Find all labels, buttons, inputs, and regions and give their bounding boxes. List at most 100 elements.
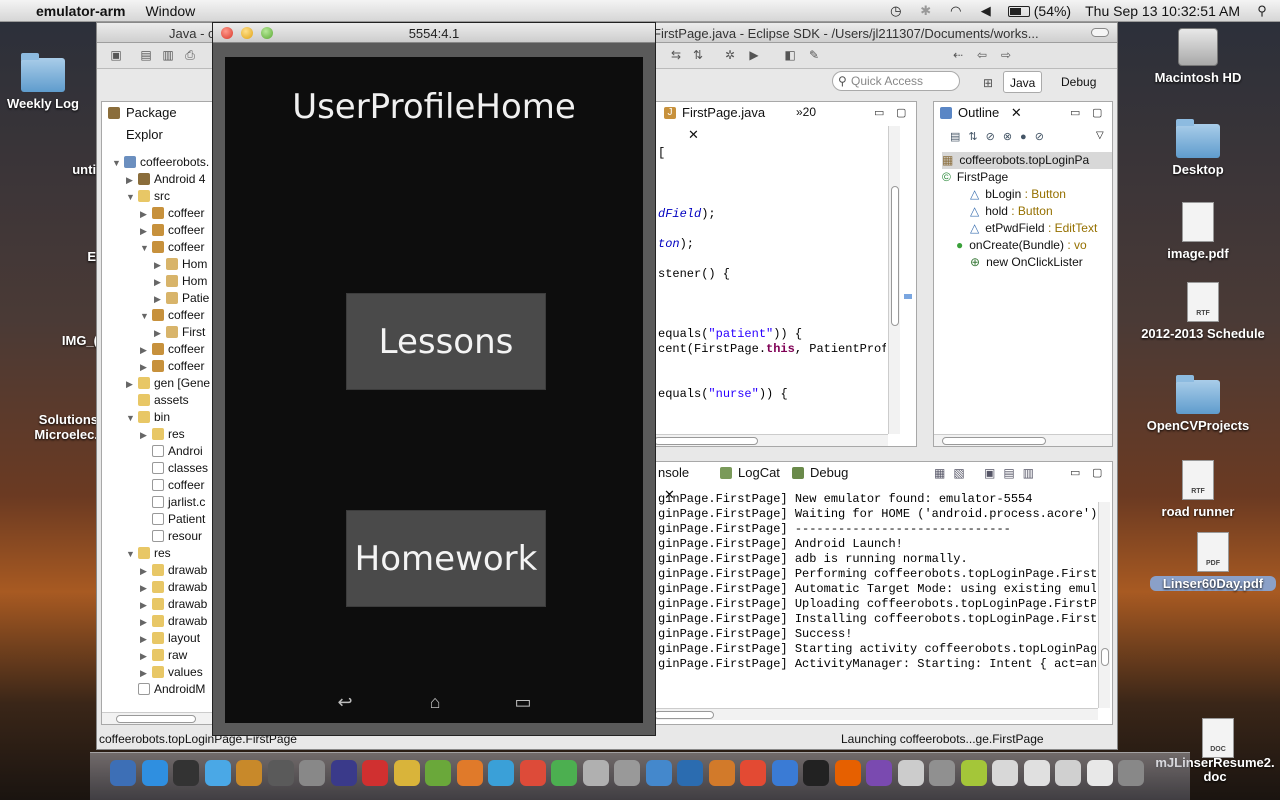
tree-row[interactable]: ▶ Hom (154, 273, 207, 290)
tab-console[interactable]: nsole ✕ (654, 462, 706, 502)
tree-row[interactable]: coffeer (140, 477, 204, 494)
dock-app-icon[interactable] (582, 760, 609, 786)
dock-app-icon[interactable] (897, 760, 924, 786)
scrollbar-thumb[interactable] (891, 186, 899, 326)
code-editor[interactable]: [dField); ton); stener() {equals("patient"… (654, 126, 886, 434)
tree-row[interactable]: ▶ Patie (154, 290, 209, 307)
editor-overflow-tabs[interactable]: »20 (796, 105, 816, 119)
expand-icon[interactable]: ▶ (154, 291, 166, 308)
tab-debug[interactable]: Debug (786, 462, 864, 484)
desktop-icon-untitled[interactable]: untitl (14, 162, 104, 177)
collapse-icon[interactable]: ▼ (126, 410, 138, 427)
expand-icon[interactable]: ▶ (140, 563, 152, 580)
back-icon[interactable]: ⇦ (973, 47, 991, 63)
collapse-icon[interactable]: ▼ (126, 546, 138, 563)
search-tool-icon[interactable]: ✎ (805, 47, 823, 63)
tree-row[interactable]: ▶ layout (140, 630, 200, 647)
dock-app-icon[interactable] (803, 760, 829, 786)
toolbar-toggle-button[interactable] (1091, 28, 1109, 37)
vertical-scrollbar[interactable] (888, 126, 900, 434)
desktop-icon-image-pdf[interactable]: image.pdf (1133, 202, 1263, 261)
expand-icon[interactable]: ▶ (154, 257, 166, 274)
dock-app-icon[interactable] (425, 760, 451, 786)
dock-app-icon[interactable] (456, 760, 483, 786)
tree-row[interactable]: ▼ res (126, 545, 171, 562)
status-progress[interactable]: Launching coffeerobots...ge.FirstPage (841, 729, 1044, 749)
expand-icon[interactable]: ▶ (126, 376, 138, 393)
desktop-icon-solutions[interactable]: Solutions Microelec. (0, 412, 98, 442)
expand-icon[interactable]: ▶ (154, 325, 166, 342)
perspective-debug-button[interactable]: Debug (1055, 71, 1102, 93)
desktop-icon-weekly-log[interactable]: Weekly Log (0, 53, 108, 111)
maximize-icon[interactable]: ▢ (896, 106, 906, 119)
desktop-icon-macintosh-hd[interactable]: Macintosh HD (1133, 28, 1263, 85)
scrollbar-thumb[interactable] (116, 715, 196, 723)
dock-app-icon[interactable] (1086, 760, 1113, 786)
collapse-icon[interactable]: ▼ (140, 308, 152, 325)
desktop-icon-e[interactable]: E (14, 249, 96, 264)
tree-row[interactable]: ▶ gen [Gene (126, 375, 210, 392)
desktop-icon-road-runner[interactable]: RTF road runner (1133, 460, 1263, 519)
back-icon[interactable]: ↩ (331, 691, 359, 713)
dock-app-icon[interactable] (173, 760, 199, 786)
volume-icon[interactable]: ◀ (978, 3, 994, 19)
toggle-mark-icon[interactable]: ⇆ (667, 47, 685, 63)
dock-app-icon[interactable] (1055, 760, 1081, 786)
perspective-java-button[interactable]: Java (1003, 71, 1043, 93)
print-icon[interactable]: ⎙ (181, 47, 199, 63)
wifi-icon[interactable]: ◠ (948, 3, 964, 19)
lessons-button[interactable]: Lessons (346, 293, 546, 390)
tree-row[interactable]: ▶ coffeer (140, 358, 204, 375)
view-menu-icon[interactable]: ▽ (1096, 130, 1104, 141)
dock-app-icon[interactable] (141, 760, 168, 786)
next-annotation-icon[interactable]: ⇅ (689, 47, 707, 63)
tree-row[interactable]: ▶ Android 4 (126, 171, 205, 188)
quick-access-input[interactable]: ⚲ Quick Access (832, 71, 960, 91)
menu-window[interactable]: Window (145, 3, 195, 19)
desktop-icon-img[interactable]: IMG_( (14, 333, 98, 348)
prev-annotation-icon[interactable]: ⇠ (949, 47, 967, 63)
console-output[interactable]: ginPage.FirstPage] New emulator found: e… (654, 486, 1096, 708)
tree-row[interactable]: Patient (140, 511, 205, 528)
save-icon[interactable]: ▤ (137, 47, 155, 63)
outline-item[interactable]: ▦ coffeerobots.topLoginPa (942, 152, 1112, 169)
horizontal-scrollbar[interactable] (654, 434, 888, 446)
expand-icon[interactable]: ▶ (126, 172, 138, 189)
dock-app-icon[interactable] (519, 760, 546, 786)
expand-icon[interactable]: ▶ (140, 665, 152, 682)
device-screen[interactable]: UserProfileHome Lessons Homework ↩ ⌂ ▭ (225, 57, 643, 723)
expand-icon[interactable]: ▶ (140, 223, 152, 240)
tree-row[interactable]: ▼ bin (126, 409, 170, 426)
dock-app-icon[interactable] (771, 760, 798, 786)
clock[interactable]: Thu Sep 13 10:32:51 AM (1085, 3, 1240, 19)
tree-row[interactable]: ▶ coffeer (140, 205, 204, 222)
dock-app-icon[interactable] (866, 760, 892, 786)
dock-app-icon[interactable] (992, 760, 1018, 786)
tree-row[interactable]: resour (140, 528, 202, 545)
horizontal-scrollbar[interactable] (654, 708, 1098, 720)
tree-row[interactable]: ▶ drawab (140, 596, 207, 613)
forward-icon[interactable]: ⇨ (997, 47, 1015, 63)
bluetooth-icon[interactable]: ✱ (918, 3, 934, 19)
new-icon[interactable]: ▣ (107, 47, 125, 63)
dock-app-icon[interactable] (708, 760, 735, 786)
dock-app-icon[interactable] (677, 760, 703, 786)
expand-icon[interactable]: ▶ (154, 274, 166, 291)
expand-icon[interactable]: ▶ (140, 342, 152, 359)
collapse-icon[interactable]: ▼ (140, 240, 152, 257)
maximize-icon[interactable]: ▢ (1092, 466, 1102, 479)
dock-app-icon[interactable] (393, 760, 420, 786)
collapse-icon[interactable]: ▼ (112, 155, 124, 172)
tree-row[interactable]: ▶ drawab (140, 613, 207, 630)
dock-app-icon[interactable] (267, 760, 294, 786)
desktop-icon-desktop[interactable]: Desktop (1133, 119, 1263, 177)
battery-indicator[interactable]: (54%) (1007, 3, 1071, 19)
outline-item[interactable]: △ bLogin : Button (970, 186, 1066, 203)
home-icon[interactable]: ⌂ (421, 691, 449, 713)
expand-icon[interactable]: ▶ (140, 206, 152, 223)
outline-toolbar[interactable]: ▤⇅⊘⊗●⊘ (950, 130, 1052, 143)
tree-row[interactable]: ▶ res (140, 426, 185, 443)
tree-row[interactable]: AndroidM (126, 681, 205, 698)
outline-item[interactable]: © FirstPage (942, 169, 1008, 186)
tree-row[interactable]: Androi (140, 443, 203, 460)
